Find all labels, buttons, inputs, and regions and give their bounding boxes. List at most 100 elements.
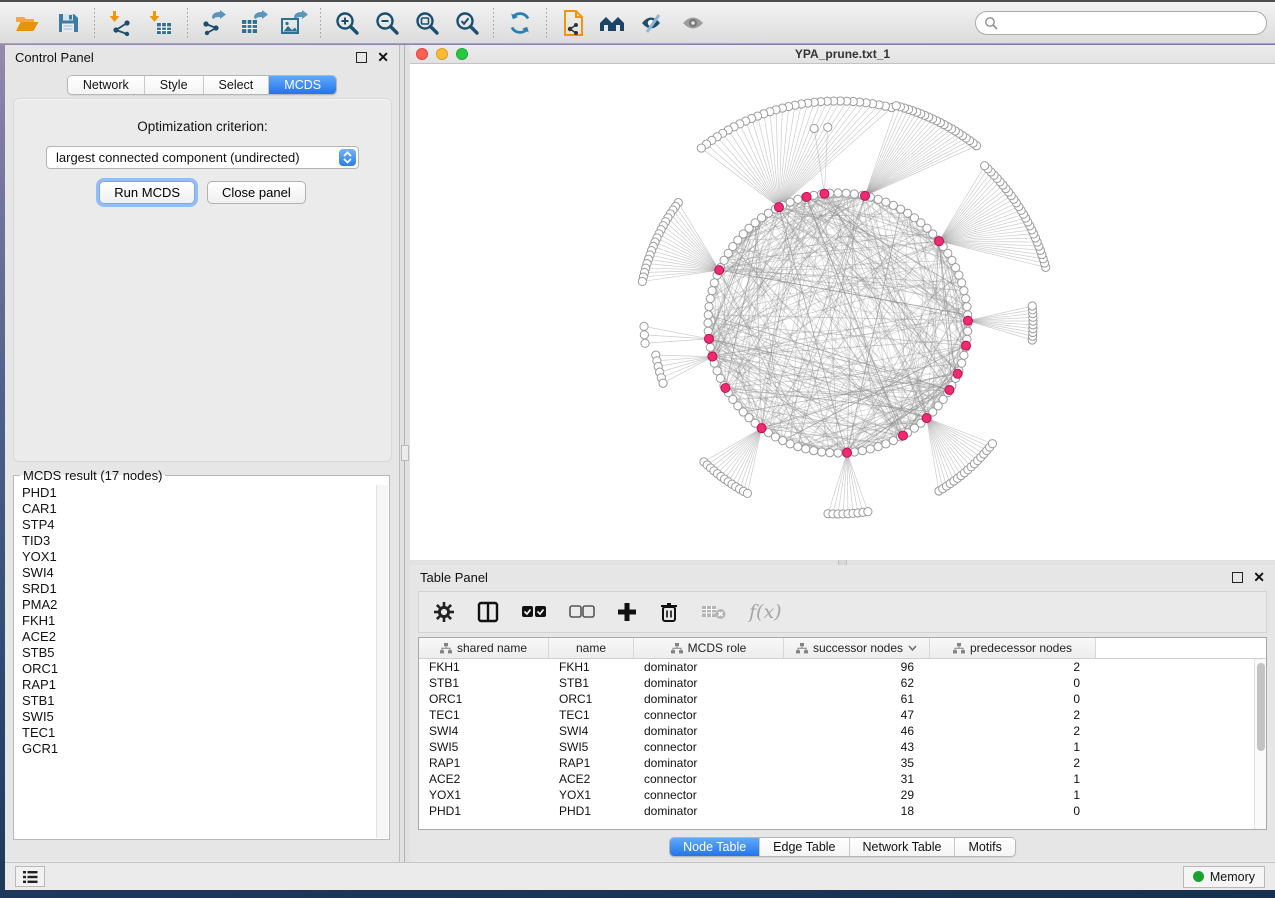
network-node[interactable] xyxy=(958,359,966,367)
export-network-button[interactable] xyxy=(194,6,234,40)
column-header-predecessor-nodes[interactable]: predecessor nodes xyxy=(930,638,1096,658)
column-header-name[interactable]: name xyxy=(549,638,634,658)
network-graph[interactable] xyxy=(410,64,1275,559)
function-builder-button[interactable]: f(x) xyxy=(749,601,782,623)
network-hub-node[interactable] xyxy=(899,431,908,440)
import-table-button[interactable] xyxy=(141,6,181,40)
deselect-all-button[interactable] xyxy=(569,604,595,620)
table-row[interactable]: SWI5SWI5connector431 xyxy=(419,739,1266,755)
network-node[interactable] xyxy=(963,303,971,311)
delete-table-button[interactable] xyxy=(701,603,727,621)
network-node[interactable] xyxy=(704,311,712,319)
network-node[interactable] xyxy=(779,437,787,445)
network-node[interactable] xyxy=(697,144,705,152)
import-network-button[interactable] xyxy=(101,6,141,40)
network-hub-node[interactable] xyxy=(962,341,971,350)
network-node[interactable] xyxy=(892,102,900,110)
close-panel-button[interactable]: Close panel xyxy=(207,181,306,204)
network-node[interactable] xyxy=(706,295,714,303)
tab-style[interactable]: Style xyxy=(145,76,204,94)
select-all-button[interactable] xyxy=(521,604,547,620)
network-node[interactable] xyxy=(802,445,810,453)
mcds-result-item[interactable]: CAR1 xyxy=(15,501,376,517)
network-node[interactable] xyxy=(640,331,648,339)
network-node[interactable] xyxy=(824,123,832,131)
network-hub-node[interactable] xyxy=(945,385,954,394)
table-row[interactable]: SWI4SWI4dominator462 xyxy=(419,723,1266,739)
network-node[interactable] xyxy=(640,322,648,330)
network-node[interactable] xyxy=(641,339,649,347)
table-row[interactable]: RAP1RAP1dominator352 xyxy=(419,755,1266,771)
mcds-result-item[interactable]: STP4 xyxy=(15,517,376,533)
network-node[interactable] xyxy=(864,508,872,516)
mcds-result-item[interactable]: TID3 xyxy=(15,533,376,549)
column-header-shared-name[interactable]: shared name xyxy=(419,638,549,658)
network-node[interactable] xyxy=(955,271,963,279)
mcds-result-item[interactable]: STB1 xyxy=(15,693,376,709)
share-document-button[interactable] xyxy=(553,6,593,40)
network-hub-node[interactable] xyxy=(774,203,783,212)
network-node[interactable] xyxy=(810,124,818,132)
network-node[interactable] xyxy=(786,440,794,448)
network-node[interactable] xyxy=(713,367,721,375)
table-row[interactable]: ACE2ACE2connector311 xyxy=(419,771,1266,787)
float-window-icon[interactable] xyxy=(1232,572,1243,583)
table-row[interactable]: PHD1PHD1dominator180 xyxy=(419,803,1266,819)
network-node[interactable] xyxy=(659,379,667,387)
task-history-button[interactable] xyxy=(15,866,45,887)
network-node[interactable] xyxy=(874,195,882,203)
network-node[interactable] xyxy=(834,189,842,197)
mcds-list-scrollbar[interactable] xyxy=(376,485,388,838)
refresh-button[interactable] xyxy=(500,6,540,40)
network-node[interactable] xyxy=(858,447,866,455)
open-session-button[interactable] xyxy=(8,6,48,40)
table-row[interactable]: YOX1YOX1connector291 xyxy=(419,787,1266,803)
mcds-result-item[interactable]: RAP1 xyxy=(15,677,376,693)
network-hub-node[interactable] xyxy=(922,414,931,423)
column-header-successor-nodes[interactable]: successor nodes xyxy=(784,638,930,658)
zoom-in-button[interactable] xyxy=(327,6,367,40)
network-node[interactable] xyxy=(638,277,646,285)
network-node[interactable] xyxy=(704,319,712,327)
network-node[interactable] xyxy=(988,440,996,448)
network-hub-node[interactable] xyxy=(721,384,730,393)
mcds-result-item[interactable]: SWI5 xyxy=(15,709,376,725)
column-header-MCDS-role[interactable]: MCDS role xyxy=(634,638,784,658)
show-columns-button[interactable] xyxy=(477,601,499,623)
zoom-selected-button[interactable] xyxy=(447,6,487,40)
network-node[interactable] xyxy=(818,448,826,456)
network-node[interactable] xyxy=(882,440,890,448)
hide-annotations-button[interactable] xyxy=(633,6,673,40)
optimization-select[interactable]: largest connected component (undirected) xyxy=(46,146,359,169)
splitter-grip[interactable] xyxy=(401,445,409,461)
table-row[interactable]: ORC1ORC1dominator610 xyxy=(419,691,1266,707)
network-node[interactable] xyxy=(810,447,818,455)
network-node[interactable] xyxy=(706,343,714,351)
table-scrollbar[interactable] xyxy=(1254,659,1266,829)
network-node[interactable] xyxy=(850,190,858,198)
network-hub-node[interactable] xyxy=(935,237,944,246)
mcds-result-list[interactable]: PHD1CAR1STP4TID3YOX1SWI4SRD1PMA2FKH1ACE2… xyxy=(15,485,376,838)
network-node[interactable] xyxy=(794,443,802,451)
mcds-result-item[interactable]: ACE2 xyxy=(15,629,376,645)
network-hub-node[interactable] xyxy=(861,191,870,200)
mcds-result-item[interactable]: GCR1 xyxy=(15,741,376,757)
mcds-result-item[interactable]: SWI4 xyxy=(15,565,376,581)
delete-column-button[interactable] xyxy=(659,601,679,623)
table-row[interactable]: TEC1TEC1connector472 xyxy=(419,707,1266,723)
network-hub-node[interactable] xyxy=(953,369,962,378)
mcds-result-item[interactable]: PHD1 xyxy=(15,485,376,501)
network-node[interactable] xyxy=(981,162,989,170)
network-node[interactable] xyxy=(889,201,897,209)
network-node[interactable] xyxy=(1028,302,1036,310)
mcds-result-item[interactable]: ORC1 xyxy=(15,661,376,677)
tab-network[interactable]: Network xyxy=(68,76,145,94)
network-hub-node[interactable] xyxy=(802,192,811,201)
table-row[interactable]: FKH1FKH1dominator962 xyxy=(419,659,1266,675)
network-node[interactable] xyxy=(710,279,718,287)
network-node[interactable] xyxy=(842,189,850,197)
run-mcds-button[interactable]: Run MCDS xyxy=(99,181,195,204)
mcds-result-item[interactable]: PMA2 xyxy=(15,597,376,613)
network-canvas[interactable] xyxy=(410,64,1275,559)
close-icon[interactable]: ✕ xyxy=(377,50,389,64)
